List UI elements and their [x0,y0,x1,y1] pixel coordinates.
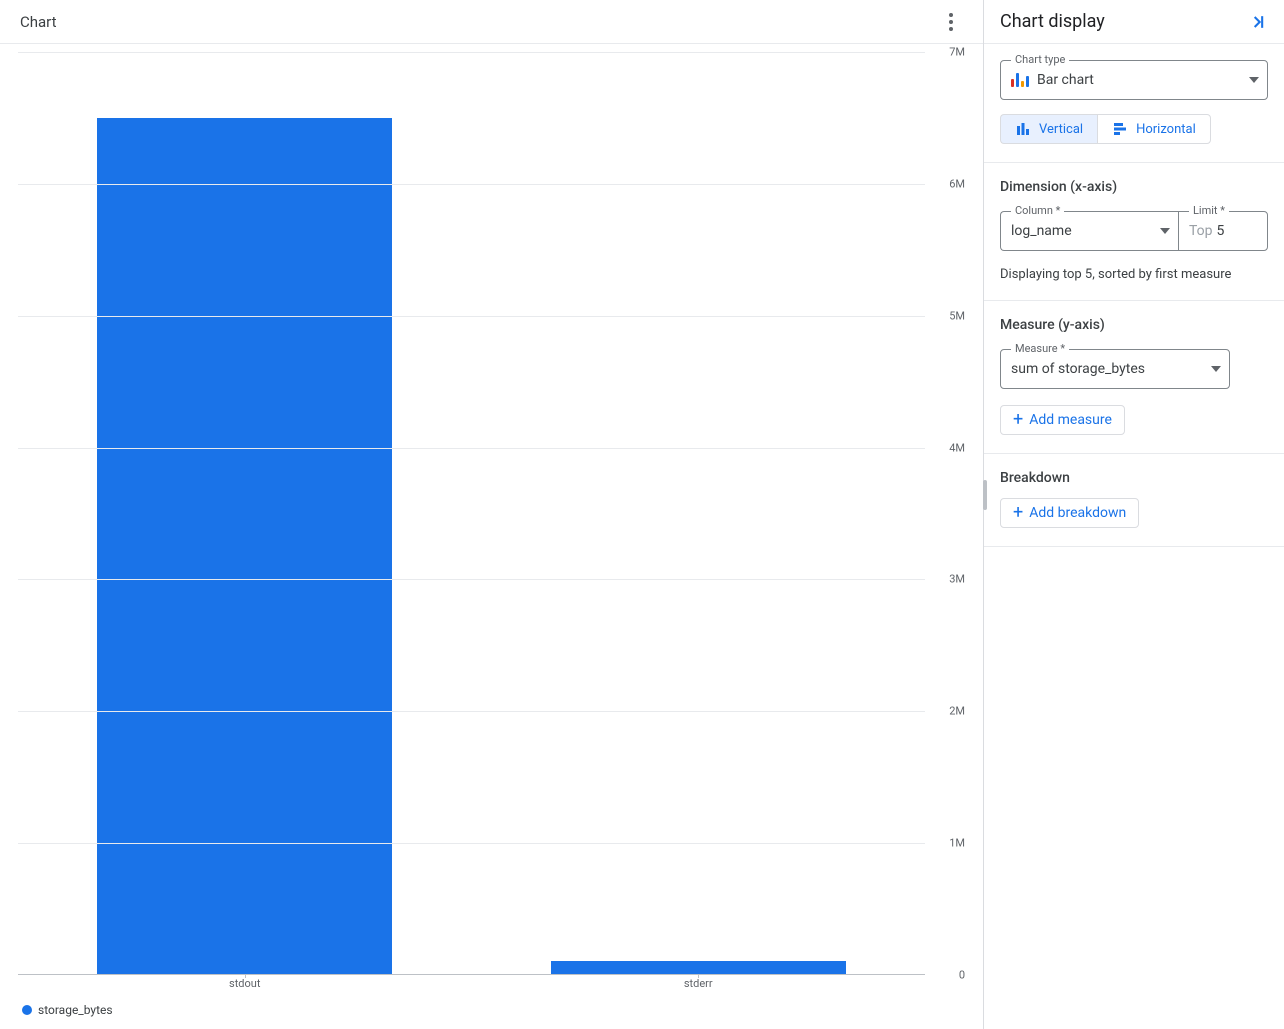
chart-title: Chart [20,13,57,31]
chevron-down-icon [1160,228,1170,234]
horizontal-bars-icon [1112,121,1128,137]
measure-value: sum of storage_bytes [1011,361,1211,377]
y-tick-label: 7M [929,46,965,59]
gridline [18,579,925,580]
y-tick-label: 0 [929,969,965,982]
chevron-down-icon [1211,366,1221,372]
chart-type-value: Bar chart [1037,72,1249,88]
chart-type-select[interactable]: Chart type Bar chart [1000,60,1268,100]
gridline [18,184,925,185]
add-measure-label: Add measure [1029,412,1112,428]
orientation-horizontal-button[interactable]: Horizontal [1097,114,1211,144]
chart-legend: storage_bytes [18,991,965,1021]
bar-chart-icon [1011,73,1029,87]
add-breakdown-button[interactable]: + Add breakdown [1000,498,1139,528]
bar[interactable] [551,961,846,974]
chart-display-panel: Chart display Chart type Bar chart [984,0,1284,1029]
breakdown-section-title: Breakdown [1000,470,1268,486]
bar[interactable] [97,118,392,974]
chart-type-label: Chart type [1011,53,1069,66]
dimension-column-select[interactable]: Column * log_name [1000,211,1178,251]
bar-slot [472,52,926,974]
orientation-horizontal-label: Horizontal [1136,122,1196,137]
chart-menu-button[interactable] [939,10,963,34]
add-breakdown-label: Add breakdown [1029,505,1126,521]
orientation-vertical-button[interactable]: Vertical [1000,114,1097,144]
y-tick-label: 4M [929,441,965,454]
dimension-limit-value: 5 [1217,223,1225,239]
dimension-section-title: Dimension (x-axis) [1000,179,1268,195]
x-tick-label: stderr [472,975,926,991]
chart-panel: Chart 7M 6M 5M 4M 3M 2M 1M 0 stdoutstderr stora… [0,0,984,1029]
panel-resize-handle[interactable] [983,480,987,510]
gridline [18,316,925,317]
gridline [18,843,925,844]
dimension-hint: Displaying top 5, sorted by first measur… [1000,267,1268,282]
gridline [18,52,925,53]
dimension-limit-input[interactable]: Limit * Top 5 [1178,211,1268,251]
bar-slot [18,52,472,974]
measure-select[interactable]: Measure * sum of storage_bytes [1000,349,1230,389]
legend-swatch-icon [22,1005,32,1015]
legend-label: storage_bytes [38,1003,113,1017]
y-tick-label: 6M [929,177,965,190]
x-tick-label: stdout [18,975,472,991]
side-panel-title: Chart display [1000,11,1105,32]
chart-body: 7M 6M 5M 4M 3M 2M 1M 0 stdoutstderr storage_byt… [0,44,983,1029]
chevron-down-icon [1249,77,1259,83]
dimension-column-label: Column * [1011,204,1064,217]
vertical-bars-icon [1015,121,1031,137]
orientation-vertical-label: Vertical [1039,122,1083,137]
collapse-panel-button[interactable] [1248,12,1268,32]
measure-label: Measure * [1011,342,1069,355]
chart-plot-area: 7M6M5M4M3M2M1M0 [18,52,965,975]
gridline [18,448,925,449]
dimension-limit-label: Limit * [1189,204,1229,217]
y-tick-label: 2M [929,705,965,718]
y-tick-label: 1M [929,837,965,850]
dimension-limit-prefix: Top [1189,223,1213,239]
orientation-toggle: Vertical Horizontal [1000,114,1268,144]
gridline [18,711,925,712]
add-measure-button[interactable]: + Add measure [1000,405,1125,435]
dimension-column-value: log_name [1011,223,1160,239]
y-tick-label: 3M [929,573,965,586]
measure-section-title: Measure (y-axis) [1000,317,1268,333]
y-tick-label: 5M [929,309,965,322]
